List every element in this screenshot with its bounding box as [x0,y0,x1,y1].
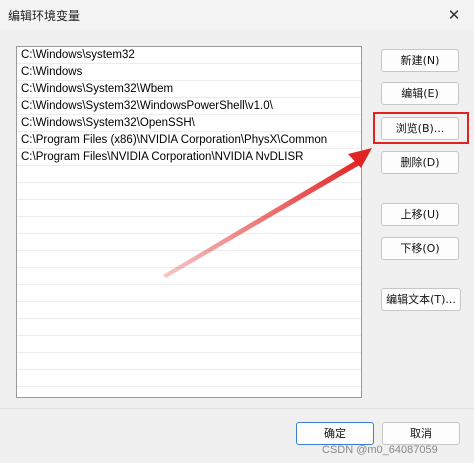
ok-button[interactable]: 确定 [296,422,374,445]
arrow-shaft [163,158,363,278]
watermark: CSDN @m0_64087059 [322,444,438,456]
cancel-button[interactable]: 取消 [382,422,460,445]
red-arrow-annotation [163,148,372,278]
divider [0,408,474,409]
